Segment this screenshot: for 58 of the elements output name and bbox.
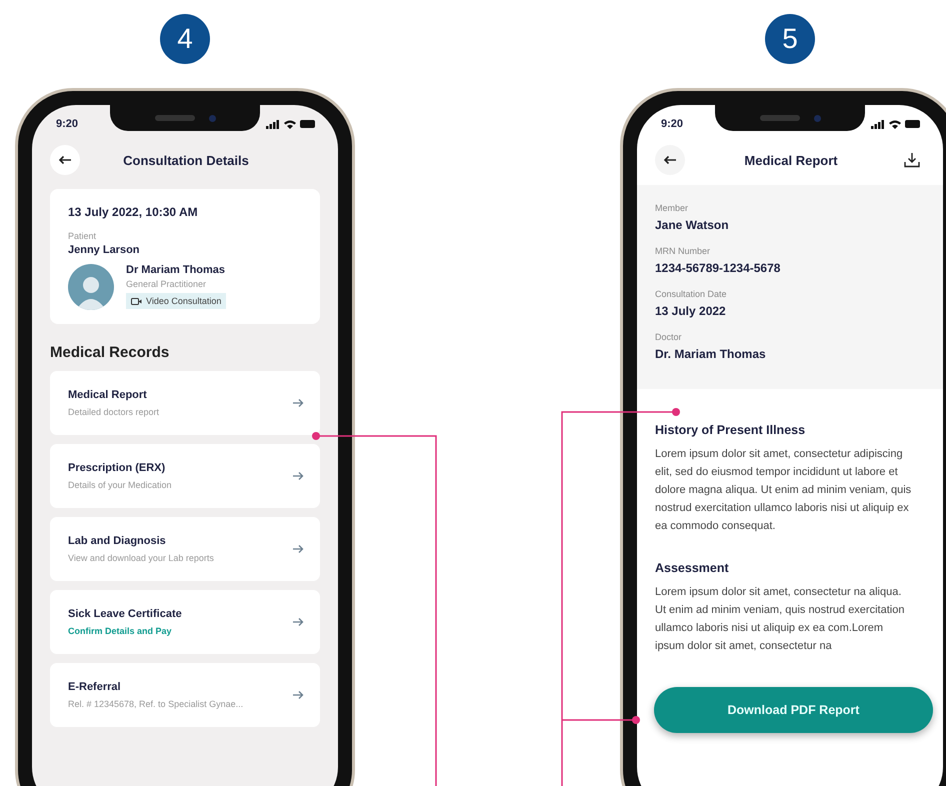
record-title: E-Referral bbox=[68, 681, 122, 693]
section-heading: Assessment bbox=[655, 561, 730, 575]
field-label: Member bbox=[655, 203, 690, 213]
record-subtitle: Confirm Details and Pay bbox=[68, 626, 173, 636]
step-number-badge: 5 bbox=[765, 14, 815, 64]
back-button[interactable] bbox=[50, 145, 80, 175]
status-time: 9:20 bbox=[56, 118, 78, 130]
download-pdf-button[interactable]: Download PDF Report bbox=[654, 687, 933, 733]
arrow-right-icon bbox=[293, 544, 304, 554]
field-label: Doctor bbox=[655, 332, 683, 342]
consultation-datetime: 13 July 2022, 10:30 AM bbox=[68, 205, 199, 219]
record-title: Medical Report bbox=[68, 389, 148, 401]
arrow-right-icon bbox=[293, 398, 304, 408]
signal-icon bbox=[266, 120, 280, 128]
record-list-item[interactable]: Prescription (ERX) Details of your Medication bbox=[50, 444, 320, 508]
arrow-right-icon bbox=[293, 617, 304, 627]
field-label: Consultation Date bbox=[655, 289, 728, 299]
section-heading: Medical Records bbox=[50, 344, 170, 361]
screen-title: Consultation Details bbox=[122, 152, 250, 168]
avatar-placeholder bbox=[68, 264, 114, 310]
field-value: 13 July 2022 bbox=[655, 304, 727, 318]
record-list-item[interactable]: Medical Report Detailed doctors report bbox=[50, 371, 320, 435]
wifi-icon bbox=[284, 120, 296, 128]
arrow-right-icon bbox=[293, 690, 304, 700]
record-title: Sick Leave Certificate bbox=[68, 608, 183, 620]
back-arrow-icon bbox=[663, 155, 677, 165]
record-subtitle: Detailed doctors report bbox=[68, 407, 160, 417]
patient-name: Jenny Larson bbox=[68, 244, 141, 256]
field-value: Jane Watson bbox=[655, 218, 730, 232]
patient-label: Patient bbox=[68, 231, 98, 241]
section-paragraph: Lorem ipsum dolor sit amet, consectetur na aliqua. Ut enim ad minim veniam, quis nostrud exercitation ullamco laboris nisi ut aliquip ex ea com.Lorem ipsum dolor sit amet, consectetur na bbox=[655, 585, 906, 654]
field-value: 1234-56789-1234-5678 bbox=[655, 261, 782, 275]
battery-icon bbox=[300, 120, 316, 128]
record-list-item[interactable]: Sick Leave Certificate Confirm Details and Pay bbox=[50, 590, 320, 654]
step-number-badge: 4 bbox=[160, 14, 210, 64]
screen-title: Medical Report bbox=[743, 152, 839, 168]
record-subtitle: View and download your Lab reports bbox=[68, 553, 215, 563]
record-list-item[interactable]: Lab and Diagnosis View and download your Lab reports bbox=[50, 517, 320, 581]
record-list-item[interactable]: E-Referral Rel. # 12345678, Ref. to Specialist Gynae... bbox=[50, 663, 320, 727]
signal-icon bbox=[871, 120, 885, 128]
section-paragraph: Lorem ipsum dolor sit amet, consectetur adipiscing elit, sed do eiusmod tempor incididunt ut labore et dolore magna aliqua. Ut enim ad minim veniam, quis nostrud exercitation ullamco laboris nisi ut aliquip ex ea commodo consequat. bbox=[655, 447, 912, 534]
field-label: MRN Number bbox=[655, 246, 712, 256]
doctor-role: General Practitioner bbox=[126, 279, 208, 290]
back-button[interactable] bbox=[655, 145, 685, 175]
arrow-right-icon bbox=[293, 471, 304, 481]
record-subtitle: Rel. # 12345678, Ref. to Specialist Gynae... bbox=[68, 699, 244, 709]
field-value: Dr. Mariam Thomas bbox=[655, 347, 767, 361]
battery-icon bbox=[905, 120, 921, 128]
record-title: Lab and Diagnosis bbox=[68, 535, 167, 547]
video-camera-icon bbox=[131, 298, 142, 305]
record-subtitle: Details of your Medication bbox=[68, 480, 173, 490]
wifi-icon bbox=[889, 120, 901, 128]
back-arrow-icon bbox=[58, 155, 72, 165]
consultation-type-label: Video Consultation bbox=[146, 296, 222, 306]
record-title: Prescription (ERX) bbox=[68, 462, 166, 474]
section-heading: History of Present Illness bbox=[655, 423, 806, 437]
doctor-name: Dr Mariam Thomas bbox=[126, 264, 226, 276]
status-time: 9:20 bbox=[661, 118, 684, 130]
